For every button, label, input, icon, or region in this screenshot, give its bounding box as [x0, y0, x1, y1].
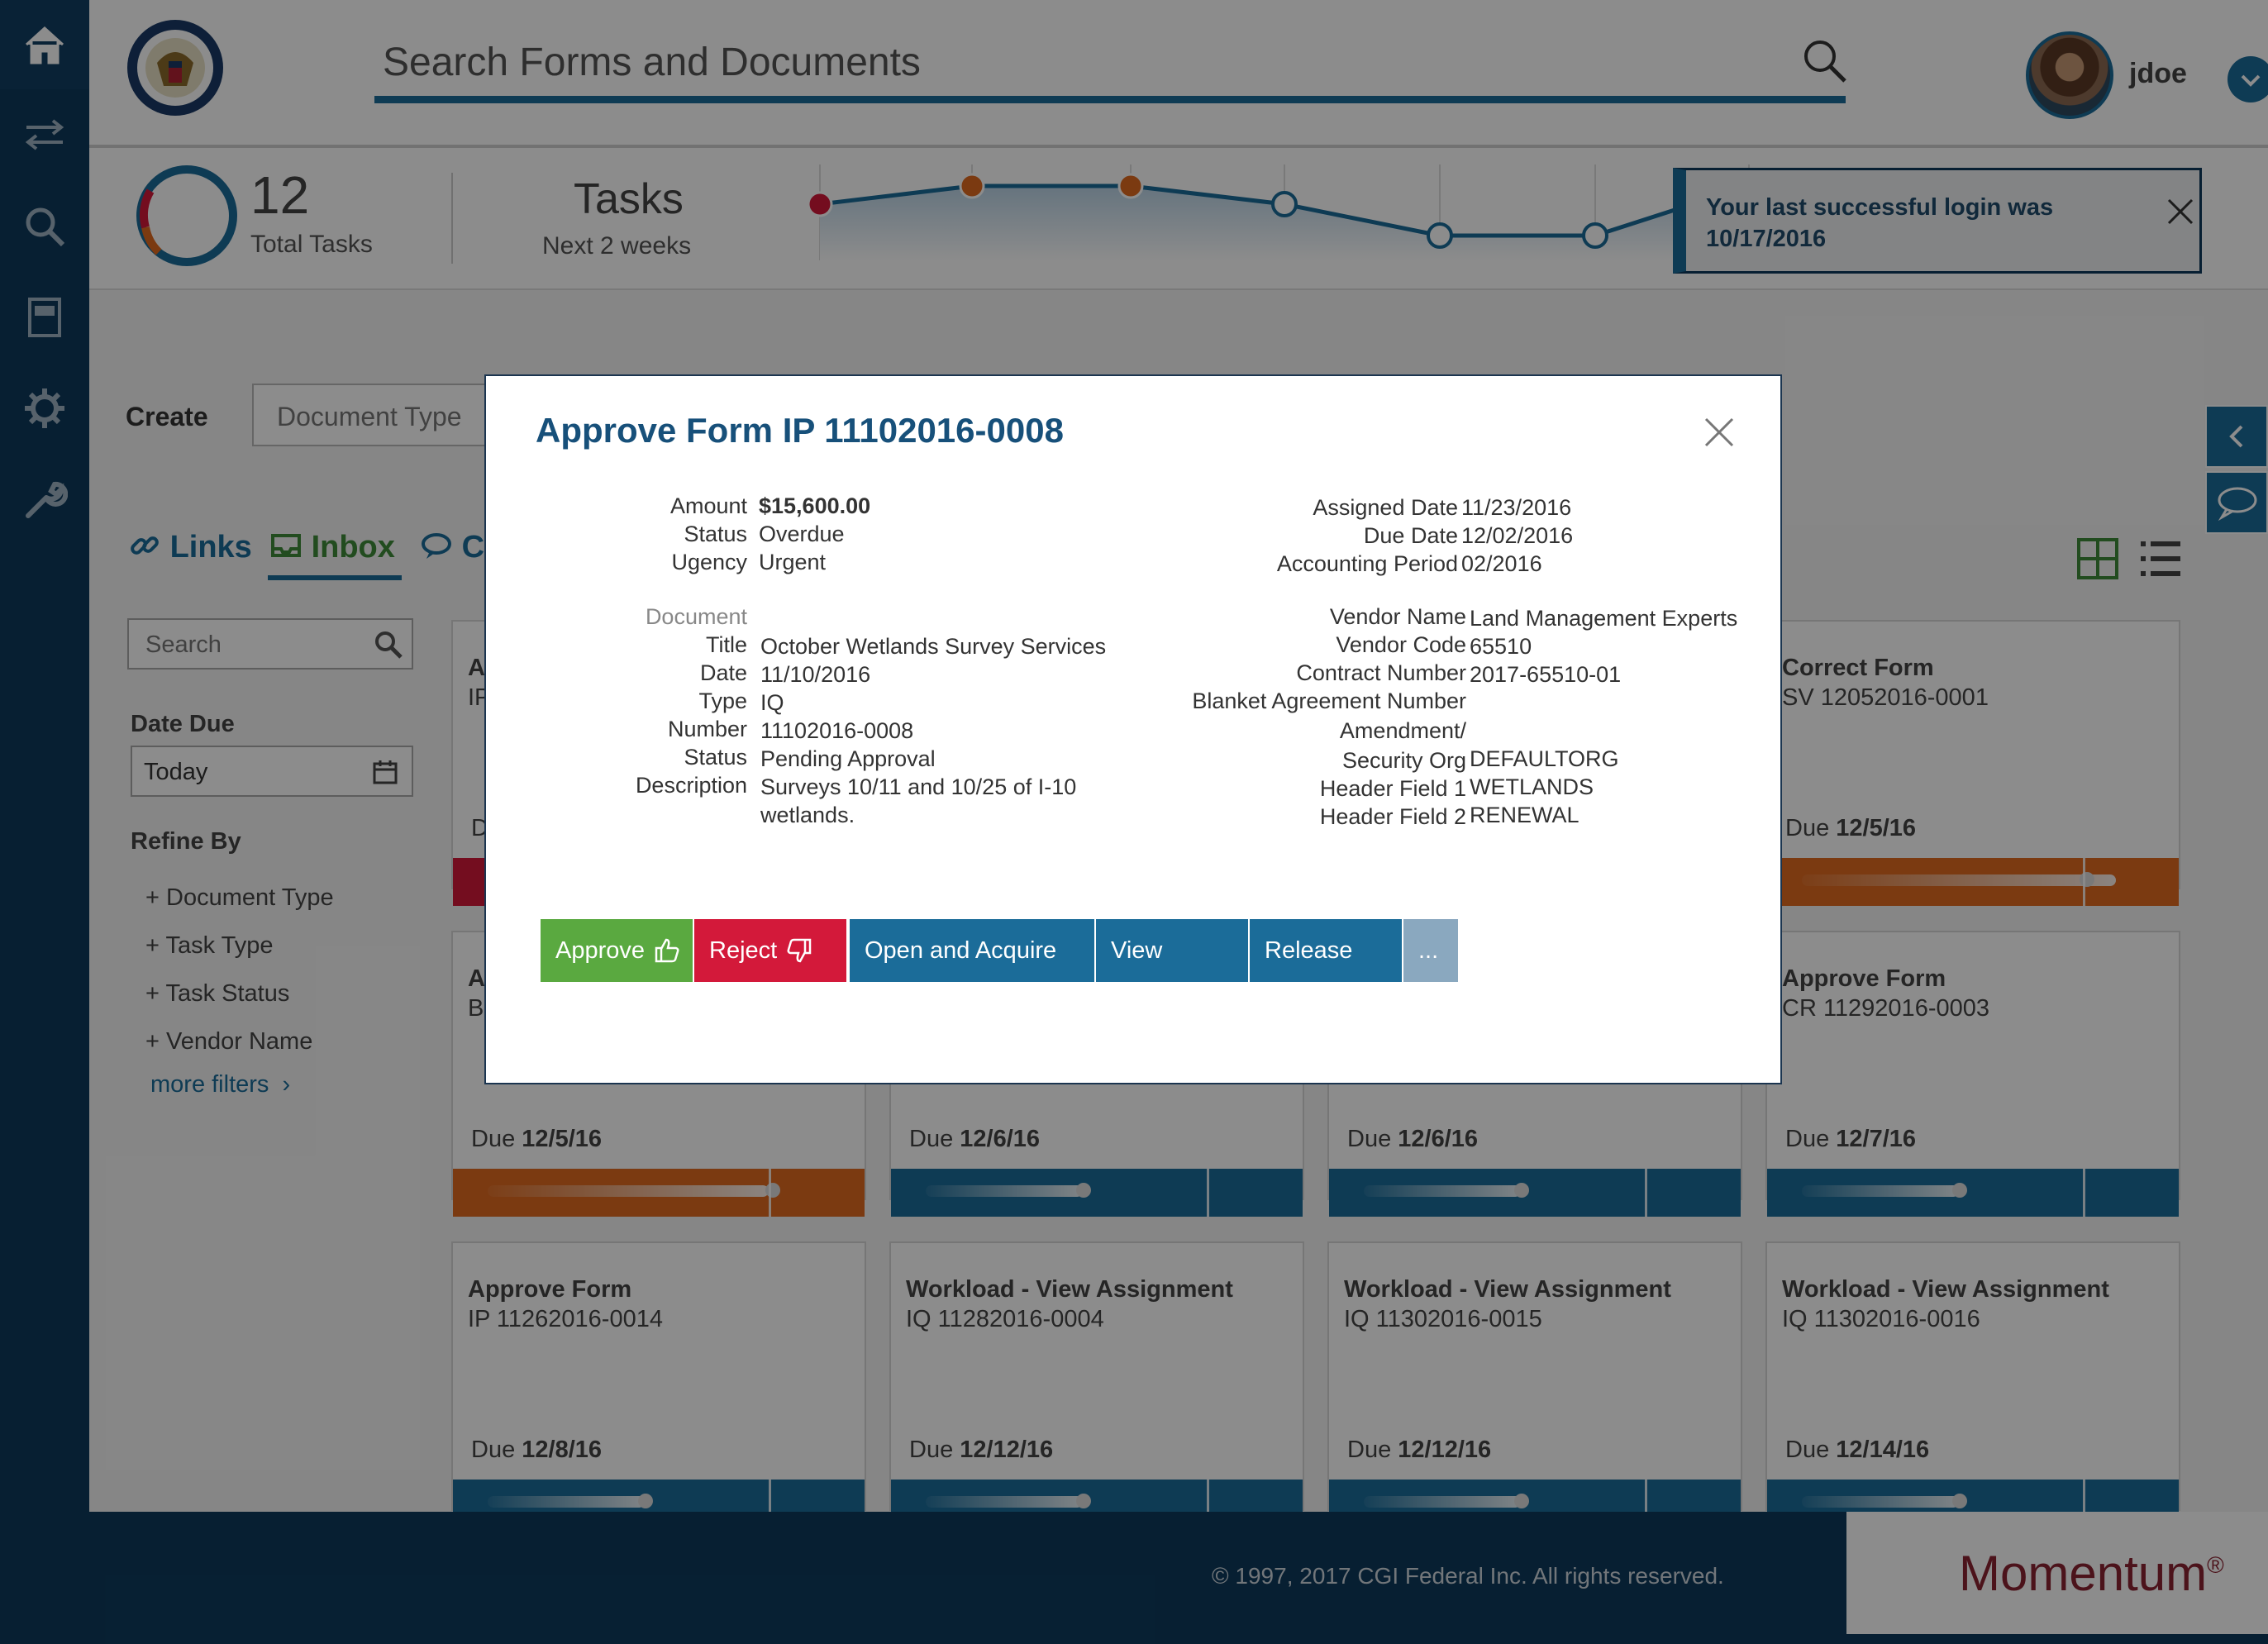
open-and-acquire-button[interactable]: Open and Acquire — [850, 919, 1094, 982]
doc-number-label: Number — [667, 717, 747, 741]
status-value: Overdue — [759, 522, 845, 546]
amount-value: $15,600.00 — [759, 493, 871, 518]
doc-description-value: Surveys 10/11 and 10/25 of I-10 — [760, 774, 1077, 799]
dialog-title: Approve Form IP 11102016-0008 — [536, 411, 1064, 450]
security-org-value: DEFAULTORG — [1470, 746, 1619, 771]
status-label: Status — [684, 522, 747, 546]
more-actions-button[interactable]: ... — [1403, 919, 1458, 982]
approve-button-label: Approve — [555, 936, 646, 964]
reject-button[interactable]: Reject — [694, 919, 846, 982]
header-field-1-label: Header Field 1 — [1319, 776, 1466, 801]
thumbs-down-icon — [787, 938, 812, 963]
contract-number-value: 2017-65510-01 — [1470, 662, 1622, 687]
reject-button-label: Reject — [709, 936, 778, 964]
doc-title-label: Title — [705, 632, 747, 657]
doc-description-label: Description — [635, 773, 747, 798]
close-icon[interactable] — [1701, 414, 1737, 450]
due-date-value: 12/02/2016 — [1461, 523, 1574, 548]
amendment-label: Amendment/ — [1339, 718, 1466, 743]
contract-number-label: Contract Number — [1296, 660, 1466, 685]
open-and-acquire-label: Open and Acquire — [865, 936, 1057, 964]
doc-date-label: Date — [699, 660, 747, 685]
header-field-2-value: RENEWAL — [1470, 803, 1580, 827]
urgency-label: Ugency — [671, 550, 747, 574]
doc-type-label: Type — [698, 689, 747, 713]
doc-status-value: Pending Approval — [760, 746, 936, 771]
document-heading: Document — [645, 604, 747, 629]
view-button[interactable]: View — [1096, 919, 1248, 982]
more-actions-label: ... — [1418, 936, 1439, 964]
assigned-date-label: Assigned Date — [1313, 495, 1458, 520]
vendor-code-value: 65510 — [1470, 634, 1532, 659]
header-field-1-value: WETLANDS — [1470, 774, 1594, 799]
vendor-name-label: Vendor Name — [1329, 604, 1466, 629]
doc-type-value: IQ — [760, 690, 784, 715]
urgency-value: Urgent — [759, 550, 827, 574]
approve-button[interactable]: Approve — [541, 919, 693, 982]
assigned-date-value: 11/23/2016 — [1461, 495, 1572, 520]
security-org-label: Security Org — [1341, 748, 1466, 773]
doc-title-value: October Wetlands Survey Services — [760, 634, 1107, 659]
doc-number-value: 11102016-0008 — [760, 718, 914, 743]
vendor-code-label: Vendor Code — [1336, 632, 1466, 657]
blanket-agreement-label: Blanket Agreement Number — [1192, 689, 1466, 713]
approve-form-dialog: Approve Form IP 11102016-0008 Amount $15… — [486, 376, 1780, 1083]
doc-status-label: Status — [684, 745, 747, 770]
doc-date-value: 11/10/2016 — [760, 662, 871, 687]
header-field-2-label: Header Field 2 — [1319, 804, 1466, 829]
release-button[interactable]: Release — [1250, 919, 1402, 982]
release-button-label: Release — [1265, 936, 1353, 964]
accounting-period-value: 02/2016 — [1461, 551, 1542, 576]
doc-description-value-cont: wetlands. — [760, 803, 855, 827]
amount-label: Amount — [669, 493, 747, 518]
due-date-label: Due Date — [1363, 523, 1458, 548]
accounting-period-label: Accounting Period — [1276, 551, 1458, 576]
vendor-name-value: Land Management Experts — [1470, 606, 1738, 631]
thumbs-up-icon — [655, 938, 679, 963]
view-button-label: View — [1111, 936, 1163, 964]
